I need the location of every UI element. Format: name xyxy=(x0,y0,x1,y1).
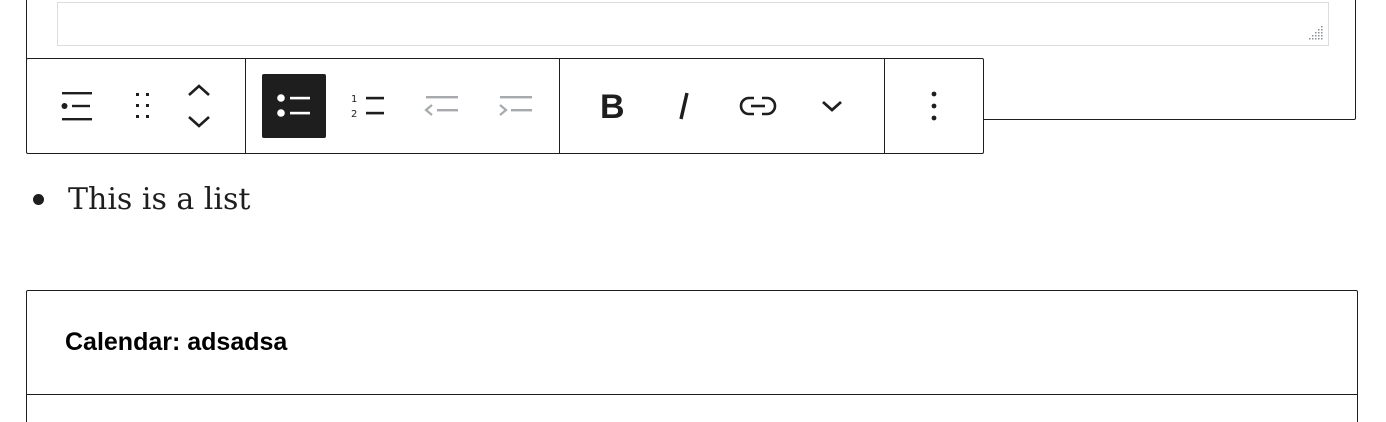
svg-text:B: B xyxy=(600,88,625,124)
calendar-title: Calendar: adsadsa xyxy=(65,328,288,356)
bullet-icon xyxy=(33,194,44,205)
indent-button[interactable] xyxy=(484,74,548,138)
block-type-button[interactable] xyxy=(49,74,105,138)
ordered-list-button[interactable]: 1 2 xyxy=(336,74,400,138)
bold-button[interactable]: B xyxy=(578,74,642,138)
italic-button[interactable] xyxy=(652,74,716,138)
textarea-field[interactable] xyxy=(57,2,1329,46)
block-tools-group xyxy=(27,59,246,153)
bold-icon: B xyxy=(600,88,625,124)
indent-icon xyxy=(498,96,532,116)
svg-text:2: 2 xyxy=(351,109,357,120)
format-tools-group: B xyxy=(560,59,886,153)
options-group xyxy=(885,59,983,153)
list-block-icon xyxy=(61,92,92,121)
list-item-text[interactable]: This is a list xyxy=(68,182,250,217)
calendar-header: Calendar: adsadsa xyxy=(27,291,1357,395)
move-down-icon[interactable] xyxy=(185,113,213,131)
block-toolbar: 1 2 B xyxy=(26,58,984,154)
options-button[interactable] xyxy=(902,74,966,138)
link-icon xyxy=(739,96,776,116)
more-vertical-icon xyxy=(931,91,937,121)
more-formats-button[interactable] xyxy=(800,74,864,138)
mover-group xyxy=(185,81,213,131)
chevron-down-icon xyxy=(821,100,842,112)
svg-text:1: 1 xyxy=(351,94,357,105)
outdent-icon xyxy=(423,96,458,116)
calendar-block[interactable]: Calendar: adsadsa xyxy=(26,290,1358,422)
move-up-icon[interactable] xyxy=(185,81,213,99)
link-button[interactable] xyxy=(726,74,790,138)
list-tools-group: 1 2 xyxy=(246,59,560,153)
drag-handle-icon xyxy=(136,93,149,118)
list-block[interactable]: This is a list xyxy=(28,182,250,217)
drag-handle-button[interactable] xyxy=(115,74,171,138)
list-item[interactable]: This is a list xyxy=(28,182,250,217)
ordered-list-icon: 1 2 xyxy=(351,94,384,120)
unordered-list-button[interactable] xyxy=(261,74,326,138)
outdent-button[interactable] xyxy=(410,74,474,138)
resize-grip-icon[interactable] xyxy=(1308,25,1324,41)
italic-icon xyxy=(679,92,689,120)
editor-canvas: 1 2 B This is a list Calendar: adsadsa xyxy=(0,0,1386,422)
unordered-list-icon xyxy=(276,94,310,117)
